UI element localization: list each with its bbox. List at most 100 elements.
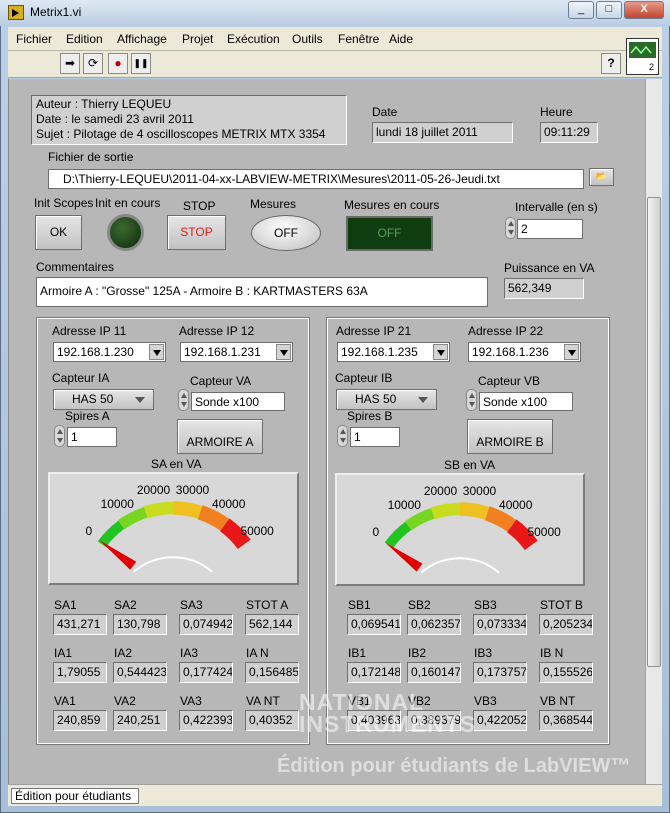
menu-edition[interactable]: Edition	[66, 32, 103, 46]
title-bar[interactable]: Metrix1.vi _ □ X	[0, 0, 670, 26]
sensor-ib-select[interactable]: HAS 50	[336, 389, 437, 410]
ni-watermark: NATIONAL INSTRUMENTS	[299, 689, 477, 737]
gauge-needle	[385, 542, 423, 572]
turns-b-increment[interactable]	[337, 425, 348, 447]
cabinet-b-reading-label: IB2	[408, 646, 427, 660]
sensor-va-increment[interactable]	[178, 389, 189, 411]
menu-projet[interactable]: Projet	[182, 32, 213, 46]
stop-label: STOP	[183, 199, 216, 213]
ip12-label: Adresse IP 12	[179, 324, 255, 338]
cabinet-a-readings: SA1 431,271 SA2 130,798 SA3 0,074942 STOT A 562…	[53, 597, 303, 742]
chevron-down-icon	[564, 344, 579, 360]
ip12-select[interactable]: 192.168.1.231	[180, 342, 293, 362]
cabinet-b-reading-label: VB NT	[540, 694, 576, 708]
cabinet-b-reading-label: STOT B	[540, 598, 583, 612]
comments-input[interactable]: Armoire A : "Grosse" 125A - Armoire B : …	[36, 277, 488, 307]
interval-label: Intervalle (en s)	[515, 200, 598, 214]
menu-execution[interactable]: Exécution	[227, 32, 280, 46]
gauge-tick-label: 50000	[240, 524, 274, 538]
sensor-ib-label: Capteur IB	[335, 371, 393, 385]
sb-gauge: 0 10000 20000 30000 40000 50000	[335, 473, 585, 586]
vertical-scrollbar[interactable]	[645, 79, 662, 784]
gauge-inner-arc	[133, 556, 213, 573]
abort-button[interactable]: ●	[108, 53, 128, 74]
interval-input[interactable]: 2	[517, 219, 583, 239]
menu-outils[interactable]: Outils	[292, 32, 323, 46]
cabinet-b-button[interactable]: ARMOIRE B	[467, 419, 553, 454]
help-button[interactable]: ?	[601, 53, 621, 74]
ip21-label: Adresse IP 21	[336, 324, 412, 338]
gauge-arc-segment	[484, 506, 517, 532]
init-running-led	[107, 214, 144, 251]
init-scopes-label: Init Scopes	[34, 196, 94, 210]
sa-gauge-dial: 0 1000020000 3000040000 50000	[86, 483, 274, 573]
run-button[interactable]: ➡	[60, 53, 80, 74]
ip22-label: Adresse IP 22	[468, 324, 544, 338]
close-button[interactable]: X	[624, 1, 664, 19]
cabinet-a-reading-value: 0,40352	[245, 710, 299, 731]
turns-a-input[interactable]: 1	[67, 427, 117, 447]
chevron-down-icon	[149, 344, 164, 360]
cabinet-a-reading-value: 240,859	[53, 710, 107, 731]
gauge-tick-label: 0	[373, 525, 380, 539]
sensor-vb-input[interactable]: Sonde x100	[479, 392, 573, 411]
output-file-path[interactable]: D:\Thierry-LEQUEU\2011-04-xx-LABVIEW-MET…	[48, 169, 584, 189]
menu-fenetre[interactable]: Fenêtre	[338, 32, 379, 46]
status-bar: Édition pour étudiants	[8, 784, 662, 806]
gauge-arc-segment	[430, 502, 461, 520]
sa-gauge: 0 10000 20000 30000 40000 50000	[48, 472, 299, 585]
cabinet-a-reading-value: 0,422393	[179, 710, 233, 731]
date-text: Date : le samedi 23 avril 2011	[36, 112, 194, 126]
sb-gauge-label: SB en VA	[444, 458, 496, 472]
cabinet-a-reading-label: IA2	[114, 646, 133, 660]
cabinet-a-reading-label: IA3	[180, 646, 199, 660]
cabinet-b-reading-label: VB3	[474, 694, 497, 708]
scrollbar-thumb[interactable]	[647, 197, 661, 667]
stop-button[interactable]: STOP	[167, 215, 226, 250]
sensor-vb-increment[interactable]	[466, 389, 477, 411]
browse-folder-icon[interactable]: 📂	[589, 168, 614, 186]
cabinet-a-reading-label: SA3	[180, 598, 203, 612]
cabinet-b-reading-label: SB2	[408, 598, 431, 612]
cabinet-a-reading-label: SA2	[114, 598, 137, 612]
mesures-running-label: Mesures en cours	[344, 198, 440, 212]
cabinet-b-reading-value: 0,422052	[473, 710, 527, 731]
cabinet-a-reading-label: VA3	[180, 694, 202, 708]
cabinet-b-reading-value: 0,173757	[473, 662, 527, 683]
minimize-button[interactable]: _	[568, 1, 594, 19]
cabinet-a-reading-value: 0,544423	[113, 662, 167, 683]
cabinet-b-reading-label: SB3	[474, 598, 497, 612]
menu-affichage[interactable]: Affichage	[117, 32, 167, 46]
sensor-ia-select[interactable]: HAS 50	[53, 389, 154, 410]
gauge-arc-segment	[384, 521, 412, 549]
ip22-select[interactable]: 192.168.1.236	[468, 342, 581, 362]
gauge-arc-segment	[459, 502, 490, 520]
output-file-label: Fichier de sortie	[48, 150, 134, 164]
turns-b-input[interactable]: 1	[350, 427, 400, 447]
ni-brand-line1: NATIONAL	[299, 689, 425, 715]
sensor-ib-value: HAS 50	[355, 392, 397, 406]
menu-aide[interactable]: Aide	[389, 32, 413, 46]
init-ok-button[interactable]: OK	[35, 215, 82, 250]
ip21-select[interactable]: 192.168.1.235	[337, 342, 450, 362]
cabinet-b-reading-label: SB1	[348, 598, 371, 612]
ni-brand-line2: INSTRUMENTS	[299, 711, 477, 737]
labview-vi-icon	[8, 5, 24, 20]
cabinet-a-button[interactable]: ARMOIRE A	[177, 419, 263, 454]
menu-fichier[interactable]: Fichier	[16, 32, 52, 46]
interval-increment[interactable]	[505, 217, 516, 239]
gauge-tick-label: 20000	[137, 483, 171, 497]
ip11-select[interactable]: 192.168.1.230	[53, 342, 166, 362]
chevron-down-icon	[276, 344, 291, 360]
mesures-toggle[interactable]: OFF	[251, 215, 321, 251]
sensor-ia-value: HAS 50	[72, 392, 114, 406]
gauge-arc-segment	[143, 501, 174, 519]
comments-label: Commentaires	[36, 260, 115, 274]
run-continuously-button[interactable]: ⟳	[83, 53, 103, 74]
sensor-va-label: Capteur VA	[190, 374, 252, 388]
mesures-label: Mesures	[250, 197, 297, 211]
pause-button[interactable]: ❚❚	[131, 53, 151, 74]
turns-a-increment[interactable]	[54, 425, 65, 447]
maximize-button[interactable]: □	[596, 1, 622, 19]
sensor-va-input[interactable]: Sonde x100	[191, 392, 285, 411]
